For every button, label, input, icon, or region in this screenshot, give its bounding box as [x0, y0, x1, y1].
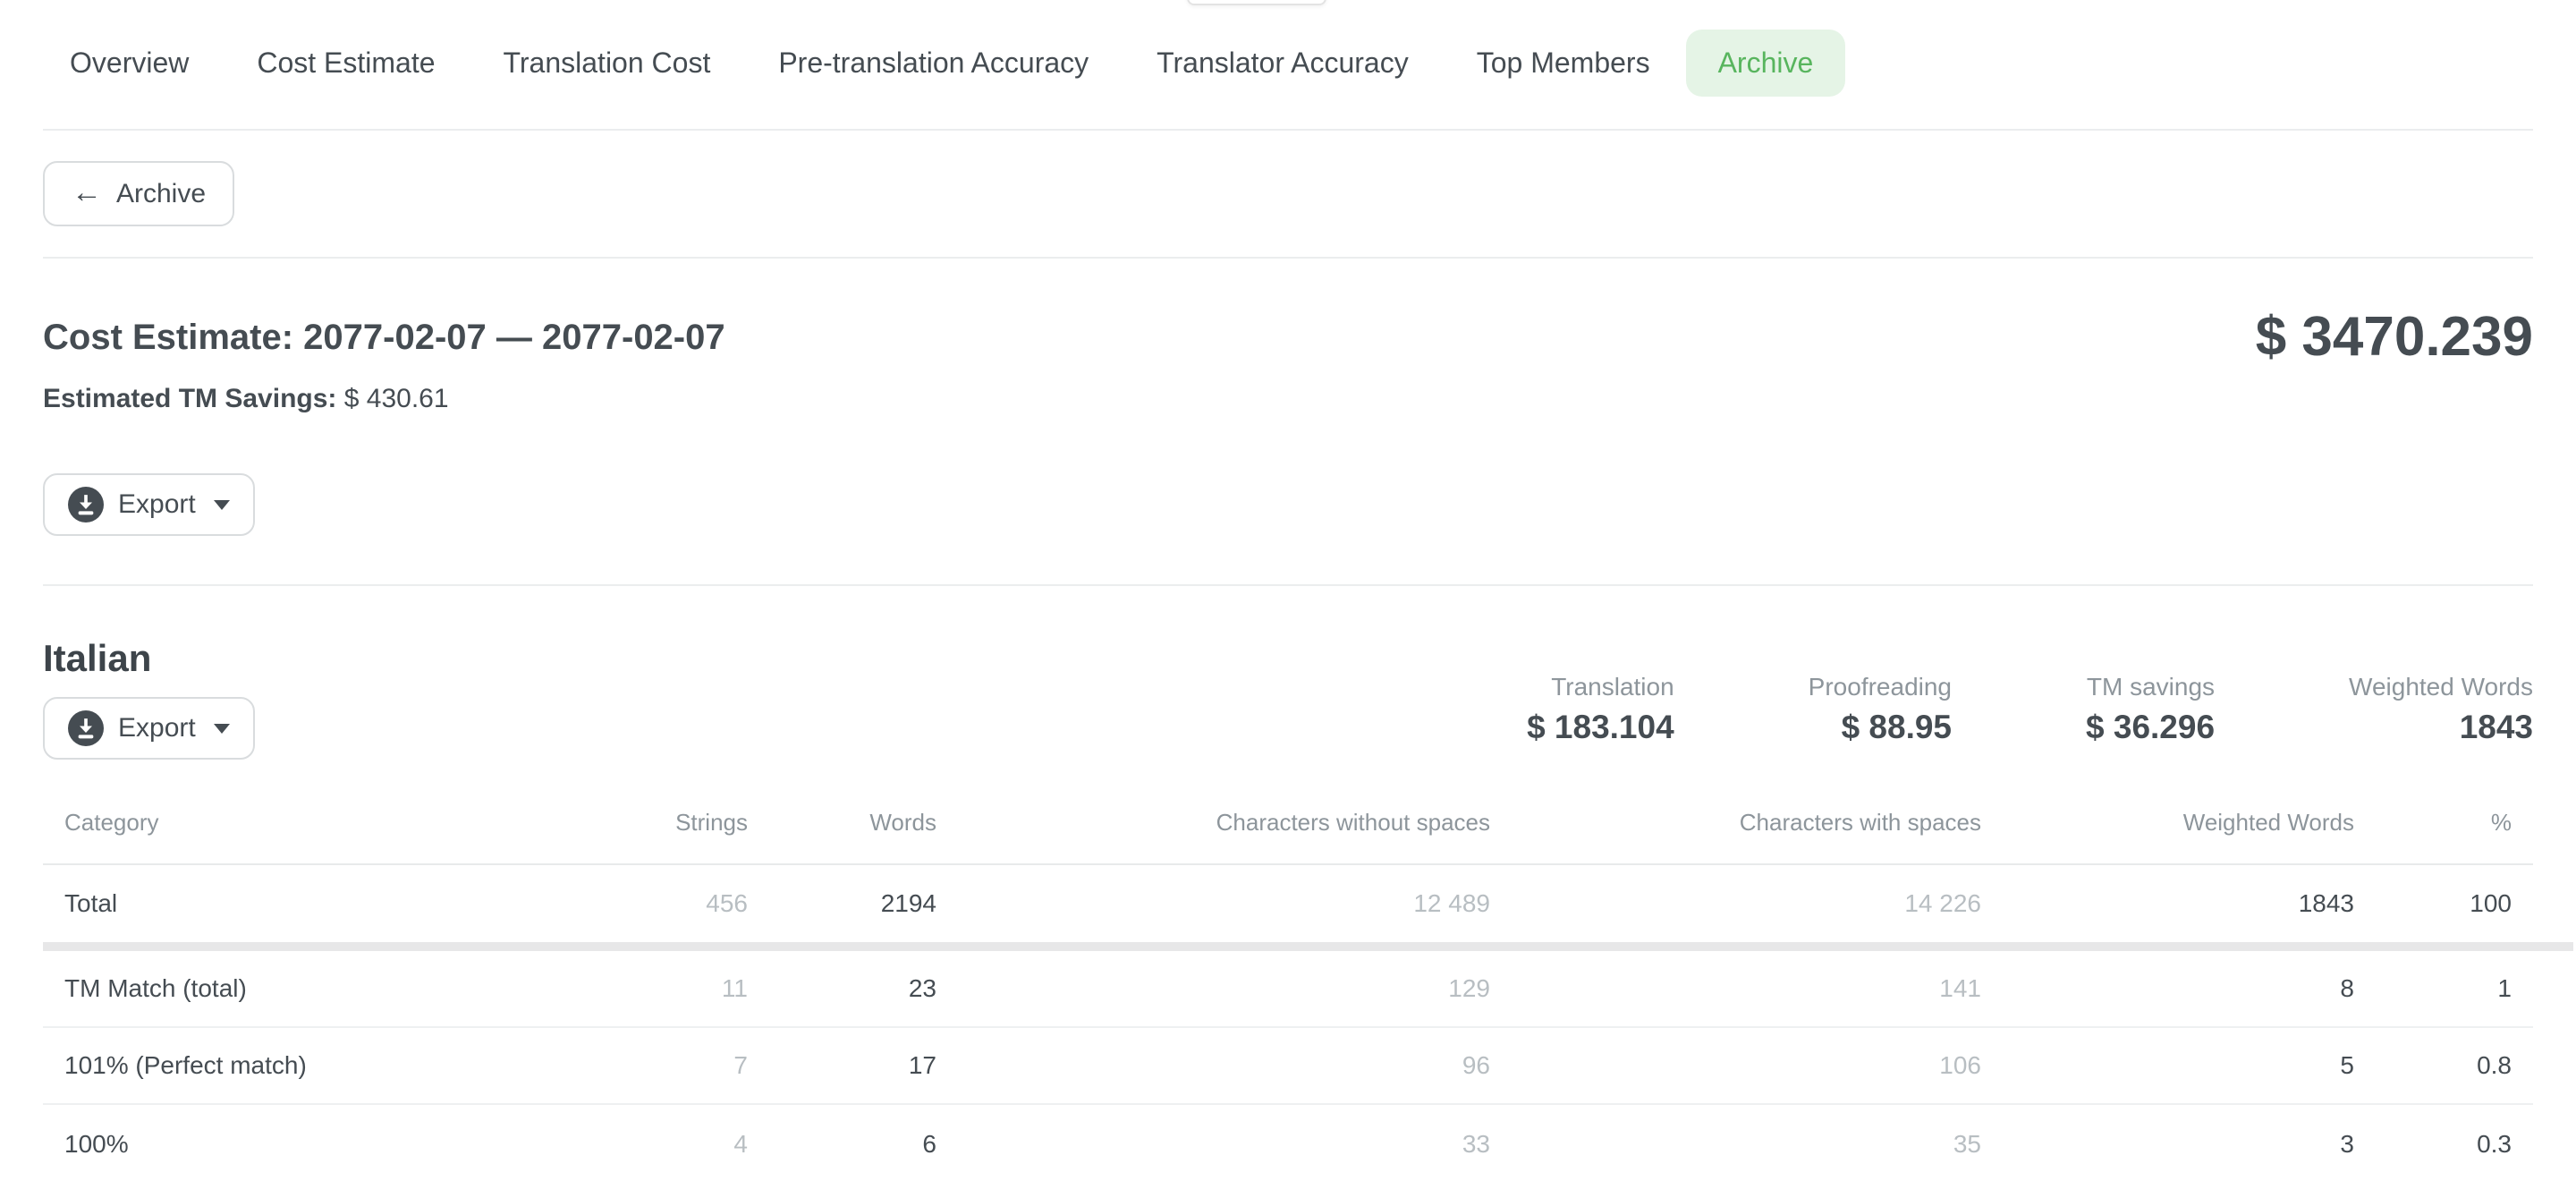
cell-chars-without-spaces: 96 [936, 1051, 1490, 1080]
cell-strings: 7 [544, 1051, 748, 1080]
cell-chars-without-spaces: 129 [936, 974, 1490, 1003]
tab-overview[interactable]: Overview [38, 30, 221, 97]
stat-translation: Translation $ 183.104 [1527, 672, 1674, 747]
archive-toolbar: ← Archive [43, 161, 2533, 226]
language-name: Italian [43, 636, 255, 681]
total-price: $ 3470.239 [2256, 305, 2533, 369]
language-stats: Translation $ 183.104 Proofreading $ 88.… [1527, 672, 2533, 747]
cell-strings: 4 [544, 1130, 748, 1159]
tab-archive[interactable]: Archive [1686, 30, 1846, 97]
table-header-row: Category Strings Words Characters withou… [43, 760, 2533, 865]
section-separator-band [43, 942, 2573, 951]
stat-value: $ 88.95 [1809, 708, 1952, 747]
stat-label: TM savings [2086, 672, 2215, 702]
export-button-label: Export [118, 713, 196, 743]
cost-breakdown-table: Category Strings Words Characters withou… [43, 760, 2533, 1181]
table-row-total: Total 456 2194 12 489 14 226 1843 100 [43, 865, 2533, 942]
column-header-chars-without-spaces: Characters without spaces [936, 760, 1490, 863]
tab-translation-cost[interactable]: Translation Cost [471, 30, 743, 97]
stat-value: $ 183.104 [1527, 708, 1674, 747]
column-header-words: Words [748, 760, 936, 863]
chevron-down-icon [214, 724, 230, 734]
cell-weighted-words: 5 [1981, 1051, 2354, 1080]
cell-weighted-words: 1843 [1981, 889, 2354, 918]
download-circle-icon [68, 487, 104, 523]
table-row-tm-match-total: TM Match (total) 11 23 129 141 8 1 [43, 951, 2533, 1026]
cell-words: 6 [748, 1130, 936, 1159]
cell-chars-with-spaces: 14 226 [1490, 889, 1981, 918]
cell-percent: 0.3 [2354, 1130, 2533, 1159]
column-header-chars-with-spaces: Characters with spaces [1490, 760, 1981, 863]
column-header-percent: % [2354, 760, 2533, 863]
cell-strings: 456 [544, 889, 748, 918]
tab-pre-translation-accuracy[interactable]: Pre-translation Accuracy [746, 30, 1121, 97]
cell-strings: 11 [544, 974, 748, 1003]
language-export-button[interactable]: Export [43, 697, 255, 760]
tm-savings-line: Estimated TM Savings: $ 430.61 [43, 382, 725, 416]
cell-chars-without-spaces: 33 [936, 1130, 1490, 1159]
cell-chars-with-spaces: 35 [1490, 1130, 1981, 1159]
cell-chars-without-spaces: 12 489 [936, 889, 1490, 918]
tab-cost-estimate[interactable]: Cost Estimate [225, 30, 467, 97]
tm-savings-value: $ 430.61 [344, 384, 449, 413]
cell-category: 100% [43, 1130, 544, 1159]
cell-chars-with-spaces: 141 [1490, 974, 1981, 1003]
language-section: Italian Export Translation $ 183.104 Pro… [43, 586, 2533, 760]
stat-label: Translation [1527, 672, 1674, 702]
cell-percent: 1 [2354, 974, 2533, 1003]
table-row-100: 100% 4 6 33 35 3 0.3 [43, 1103, 2533, 1181]
report-title: Cost Estimate: 2077-02-07 — 2077-02-07 [43, 316, 725, 359]
cell-chars-with-spaces: 106 [1490, 1051, 1981, 1080]
cell-words: 2194 [748, 889, 936, 918]
report-tabs: Overview Cost Estimate Translation Cost … [0, 0, 2576, 97]
cell-category: Total [43, 889, 544, 918]
language-header-left: Italian Export [43, 586, 255, 760]
back-to-archive-button[interactable]: ← Archive [43, 161, 234, 226]
report-header-left: Cost Estimate: 2077-02-07 — 2077-02-07 E… [43, 259, 725, 536]
table-row-101-perfect-match: 101% (Perfect match) 7 17 96 106 5 0.8 [43, 1026, 2533, 1103]
report-export-button[interactable]: Export [43, 473, 255, 536]
column-header-category: Category [43, 760, 544, 863]
cell-words: 23 [748, 974, 936, 1003]
report-header: Cost Estimate: 2077-02-07 — 2077-02-07 E… [43, 259, 2533, 536]
stat-label: Proofreading [1809, 672, 1952, 702]
export-button-label: Export [118, 489, 196, 520]
back-button-label: Archive [116, 179, 206, 209]
cell-category: 101% (Perfect match) [43, 1051, 544, 1080]
chevron-down-icon [214, 500, 230, 510]
cell-weighted-words: 3 [1981, 1130, 2354, 1159]
cell-percent: 100 [2354, 889, 2533, 918]
tab-translator-accuracy[interactable]: Translator Accuracy [1124, 30, 1441, 97]
column-header-weighted-words: Weighted Words [1981, 760, 2354, 863]
stat-value: $ 36.296 [2086, 708, 2215, 747]
stat-tm-savings: TM savings $ 36.296 [2086, 672, 2215, 747]
cell-weighted-words: 8 [1981, 974, 2354, 1003]
column-header-strings: Strings [544, 760, 748, 863]
stat-label: Weighted Words [2349, 672, 2533, 702]
stat-weighted-words: Weighted Words 1843 [2349, 672, 2533, 747]
tm-savings-label: Estimated TM Savings: [43, 384, 336, 413]
cell-percent: 0.8 [2354, 1051, 2533, 1080]
cell-category: TM Match (total) [43, 974, 544, 1003]
stat-value: 1843 [2349, 708, 2533, 747]
tab-top-members[interactable]: Top Members [1445, 30, 1682, 97]
tabs-divider [43, 129, 2533, 131]
download-circle-icon [68, 710, 104, 746]
tooltip-remnant [1187, 0, 1326, 5]
arrow-left-icon: ← [72, 177, 102, 208]
stat-proofreading: Proofreading $ 88.95 [1809, 672, 1952, 747]
cell-words: 17 [748, 1051, 936, 1080]
